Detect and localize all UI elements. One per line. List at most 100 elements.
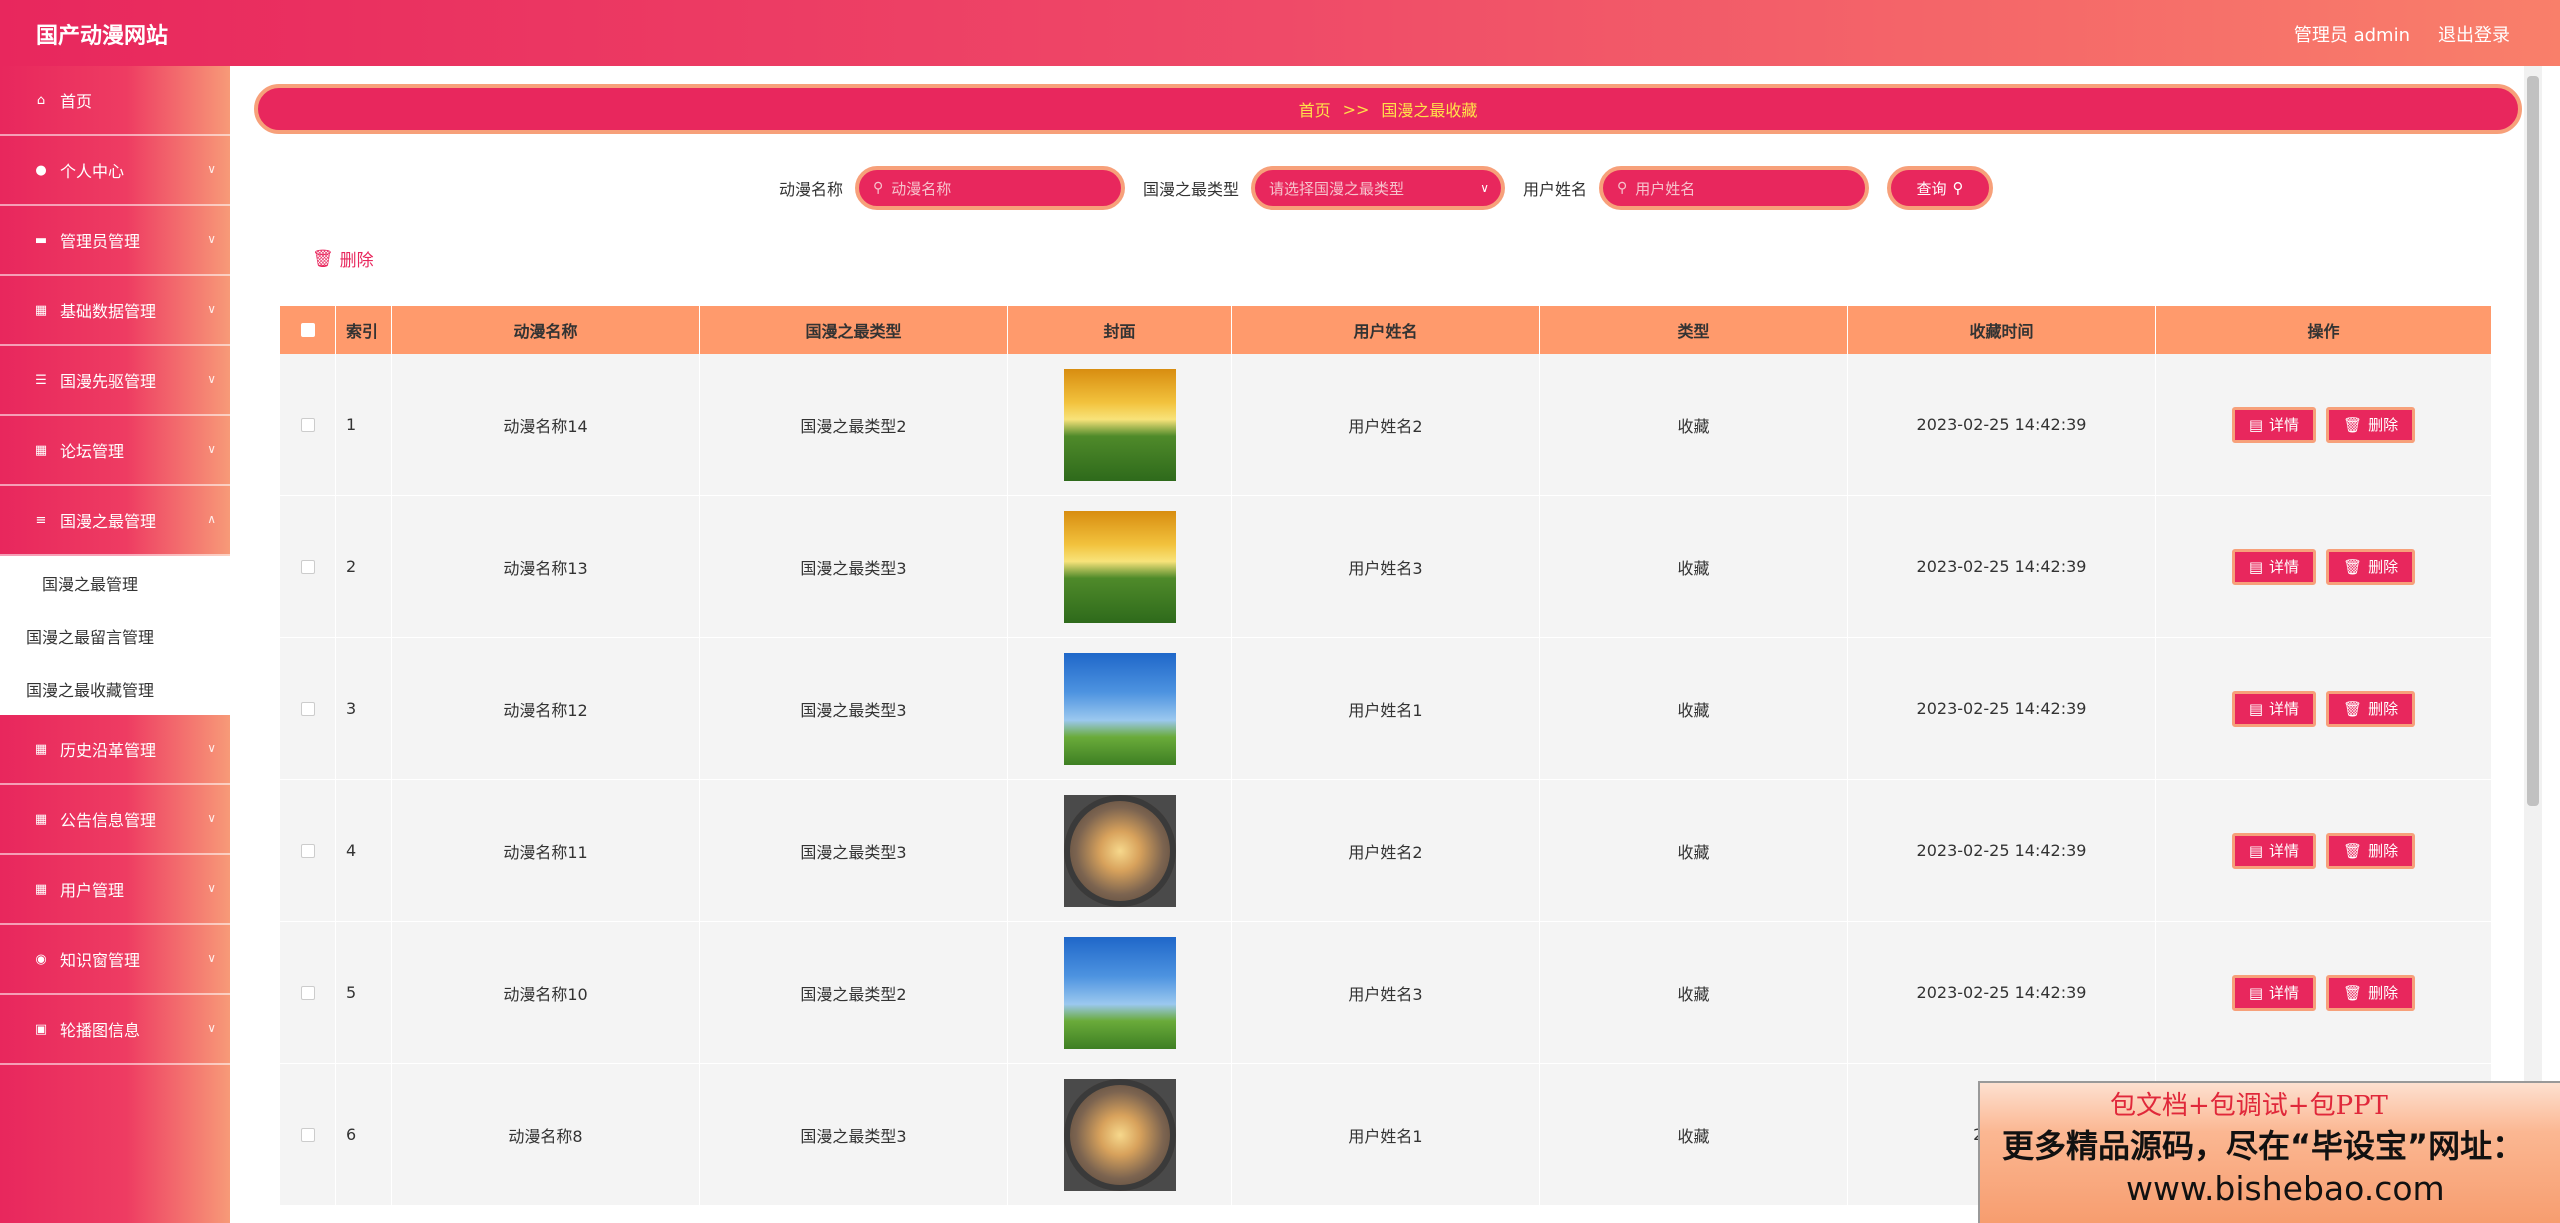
chevron-down-icon: ∨ (207, 951, 216, 965)
sliders-icon: ☰ (35, 372, 47, 388)
submenu-best: 国漫之最管理 国漫之最留言管理 国漫之最收藏管理 (0, 556, 230, 715)
chevron-down-icon: ∨ (207, 1021, 216, 1035)
cover-image (1063, 368, 1176, 481)
delete-button[interactable]: 🗑 删除 (2326, 548, 2416, 585)
main-content: 首页 >> 国漫之最收藏 动漫名称 ⚲ 动漫名称 国漫之最类型 请选择国漫之最类… (230, 66, 2542, 1223)
row-select-cell (280, 1064, 336, 1205)
row-select-cell (280, 354, 336, 495)
select-all-checkbox[interactable] (300, 323, 315, 337)
detail-button[interactable]: ▤ 详情 (2231, 406, 2317, 443)
row-anime-name: 动漫名称8 (392, 1064, 700, 1205)
submenu-item-best-manage[interactable]: 国漫之最管理 (0, 556, 230, 609)
search-icon: ⚲ (872, 180, 884, 196)
detail-button[interactable]: ▤ 详情 (2231, 832, 2317, 869)
detail-label: 详情 (2269, 984, 2300, 1002)
row-checkbox[interactable] (300, 559, 315, 574)
promo-line-3: www.bishebao.com (2126, 1169, 2445, 1208)
row-anime-name: 动漫名称10 (392, 922, 700, 1063)
detail-button[interactable]: ▤ 详情 (2231, 548, 2317, 585)
sidebar-item-best[interactable]: ≡ 国漫之最管理 ∧ (0, 486, 230, 556)
row-select-cell (280, 496, 336, 637)
anime-name-placeholder: 动漫名称 (891, 179, 952, 198)
logout-link[interactable]: 退出登录 (2438, 21, 2510, 47)
table-row: 4 动漫名称11 国漫之最类型3 用户姓名2 收藏 2023-02-25 14:42:39… (280, 780, 2492, 922)
sidebar-item-home[interactable]: ⌂ 首页 (0, 66, 230, 136)
row-operations: ▤ 详情 🗑 删除 (2156, 638, 2492, 779)
row-type: 国漫之最类型2 (700, 354, 1008, 495)
row-kind: 收藏 (1540, 1064, 1848, 1205)
sidebar-item-basic-data[interactable]: ▦ 基础数据管理 ∨ (0, 276, 230, 346)
anime-name-input[interactable]: ⚲ 动漫名称 (854, 166, 1125, 210)
row-checkbox[interactable] (300, 1127, 315, 1142)
sidebar-item-users[interactable]: ▦ 用户管理 ∨ (0, 855, 230, 925)
sidebar-item-knowledge[interactable]: ◉ 知识窗管理 ∨ (0, 925, 230, 995)
row-checkbox[interactable] (300, 701, 315, 716)
row-operations: ▤ 详情 🗑 删除 (2156, 496, 2492, 637)
delete-button[interactable]: 🗑 删除 (2326, 406, 2416, 443)
sidebar-item-label: 管理员管理 (60, 232, 141, 251)
grid-icon: ▦ (34, 811, 48, 827)
row-time: 2023-02-25 14:42:39 (1848, 638, 2156, 779)
submenu-item-best-collect[interactable]: 国漫之最收藏管理 (0, 662, 230, 715)
chevron-down-icon: ∨ (207, 372, 216, 386)
delete-button[interactable]: 🗑 删除 (2326, 832, 2416, 869)
batch-delete-button[interactable]: 🗑 删除 (312, 246, 374, 272)
sidebar-item-pioneer[interactable]: ☰ 国漫先驱管理 ∨ (0, 346, 230, 416)
sidebar-item-label: 首页 (60, 92, 93, 111)
document-icon: ▤ (2248, 415, 2264, 434)
row-checkbox[interactable] (300, 985, 315, 1000)
scroll-thumb[interactable] (2527, 76, 2539, 806)
row-cover (1008, 922, 1232, 1063)
cover-image (1063, 794, 1176, 907)
detail-button[interactable]: ▤ 详情 (2231, 974, 2317, 1011)
query-button[interactable]: 查询 ⚲ (1887, 166, 1994, 210)
row-cover (1008, 780, 1232, 921)
breadcrumb-separator: >> (1342, 99, 1370, 119)
chevron-down-icon: ∨ (207, 741, 216, 755)
header-type: 国漫之最类型 (700, 306, 1008, 354)
row-checkbox[interactable] (300, 843, 315, 858)
sidebar-item-notice[interactable]: ▦ 公告信息管理 ∨ (0, 785, 230, 855)
type-select-placeholder: 请选择国漫之最类型 (1269, 179, 1405, 198)
cover-picture (1063, 794, 1176, 907)
header-anime-name: 动漫名称 (392, 306, 700, 354)
search-icon: ⚲ (1617, 180, 1628, 196)
sidebar-item-admin[interactable]: ▬ 管理员管理 ∨ (0, 206, 230, 276)
sidebar-item-carousel[interactable]: ▣ 轮播图信息 ∨ (0, 995, 230, 1065)
delete-button[interactable]: 🗑 删除 (2326, 974, 2416, 1011)
page-scrollbar[interactable] (2524, 66, 2542, 1223)
cover-picture (1063, 1078, 1176, 1191)
row-type: 国漫之最类型3 (700, 638, 1008, 779)
row-index: 5 (336, 922, 392, 1063)
chevron-down-icon: ∨ (207, 302, 216, 316)
grid-icon: ▦ (34, 881, 48, 897)
header-cover: 封面 (1008, 306, 1232, 354)
delete-button[interactable]: 🗑 删除 (2326, 690, 2416, 727)
header-select-all[interactable] (280, 306, 336, 354)
sidebar-item-history[interactable]: ▦ 历史沿革管理 ∨ (0, 715, 230, 785)
submenu-item-best-comment[interactable]: 国漫之最留言管理 (0, 609, 230, 662)
chevron-down-icon: ∨ (207, 232, 216, 246)
row-kind: 收藏 (1540, 638, 1848, 779)
sidebar-item-label: 轮播图信息 (60, 1021, 141, 1040)
row-checkbox[interactable] (300, 417, 315, 432)
table-row: 2 动漫名称13 国漫之最类型3 用户姓名3 收藏 2023-02-25 14:42:39… (280, 496, 2492, 638)
chevron-down-icon: ∨ (207, 162, 216, 176)
promo-banner: 包文档+包调试+包PPT 更多精品源码，尽在“毕设宝”网址： www.bishe… (1978, 1081, 2560, 1223)
type-select[interactable]: 请选择国漫之最类型 ∨ (1251, 166, 1505, 210)
breadcrumb-home[interactable]: 首页 (1299, 97, 1331, 121)
row-index: 1 (336, 354, 392, 495)
search-icon: ⚲ (1952, 179, 1964, 197)
row-index: 6 (336, 1064, 392, 1205)
user-name-input[interactable]: ⚲ 用户姓名 (1599, 166, 1870, 210)
row-type: 国漫之最类型3 (700, 780, 1008, 921)
sidebar-item-label: 国漫之最管理 (60, 512, 157, 531)
row-select-cell (280, 922, 336, 1063)
sidebar-item-personal[interactable]: ● 个人中心 ∨ (0, 136, 230, 206)
admin-user-label[interactable]: 管理员 admin (2294, 21, 2410, 47)
detail-button[interactable]: ▤ 详情 (2231, 690, 2317, 727)
sidebar-item-forum[interactable]: ▦ 论坛管理 ∨ (0, 416, 230, 486)
header-index: 索引 (336, 306, 392, 354)
row-type: 国漫之最类型3 (700, 496, 1008, 637)
row-anime-name: 动漫名称13 (392, 496, 700, 637)
